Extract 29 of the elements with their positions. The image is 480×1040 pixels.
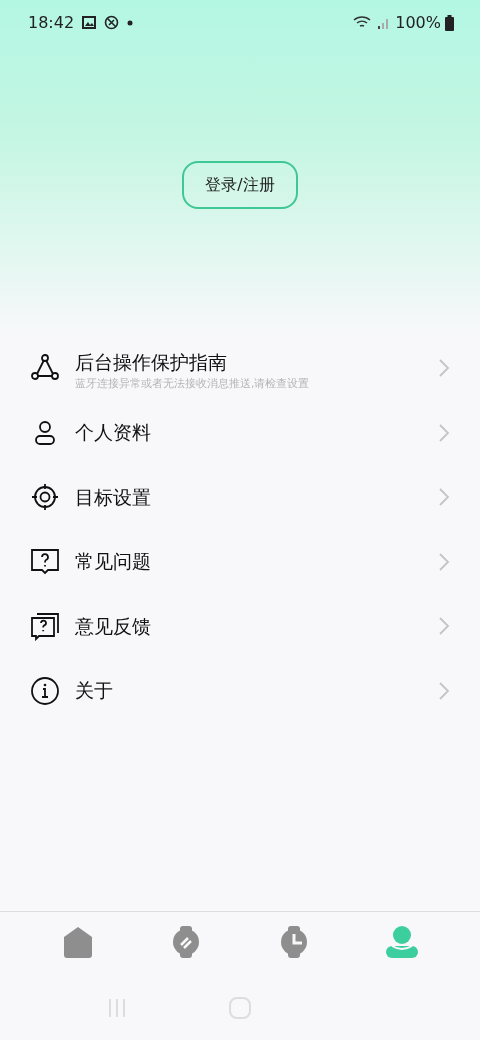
image-icon — [82, 16, 97, 29]
menu-item[interactable]: 常见问题 — [0, 529, 480, 594]
menu-label: 常见问题 — [75, 551, 152, 573]
chevron-right-icon — [438, 422, 450, 443]
menu-label: 意见反馈 — [75, 615, 152, 637]
feedback-bubble-icon — [30, 611, 60, 642]
question-bubble-icon — [30, 546, 60, 577]
menu-item[interactable]: 关于 — [0, 658, 480, 723]
chevron-right-icon — [438, 680, 450, 701]
target-icon — [30, 482, 60, 513]
chevron-right-icon — [438, 616, 450, 637]
battery-icon — [445, 14, 454, 31]
login-register-button[interactable]: 登录/注册 — [182, 161, 298, 209]
chevron-right-icon — [438, 487, 450, 508]
info-icon — [30, 675, 60, 706]
menu-item[interactable]: 目标设置 — [0, 465, 480, 530]
menu-item[interactable]: 意见反馈 — [0, 594, 480, 659]
menu-label: 个人资料 — [75, 422, 152, 444]
menu-label: 目标设置 — [75, 486, 152, 508]
dot-icon — [127, 19, 134, 26]
battery-percent: 100% — [395, 11, 441, 34]
status-time: 18:42 — [28, 11, 75, 34]
menu-item[interactable]: 个人资料 — [0, 400, 480, 465]
chevron-right-icon — [438, 358, 450, 379]
user-icon[interactable] — [384, 923, 420, 960]
menu-label: 关于 — [75, 680, 114, 702]
menu-label: 后台操作保护指南 — [75, 351, 228, 373]
chevron-right-icon — [438, 551, 450, 572]
blocked-icon — [104, 15, 120, 30]
